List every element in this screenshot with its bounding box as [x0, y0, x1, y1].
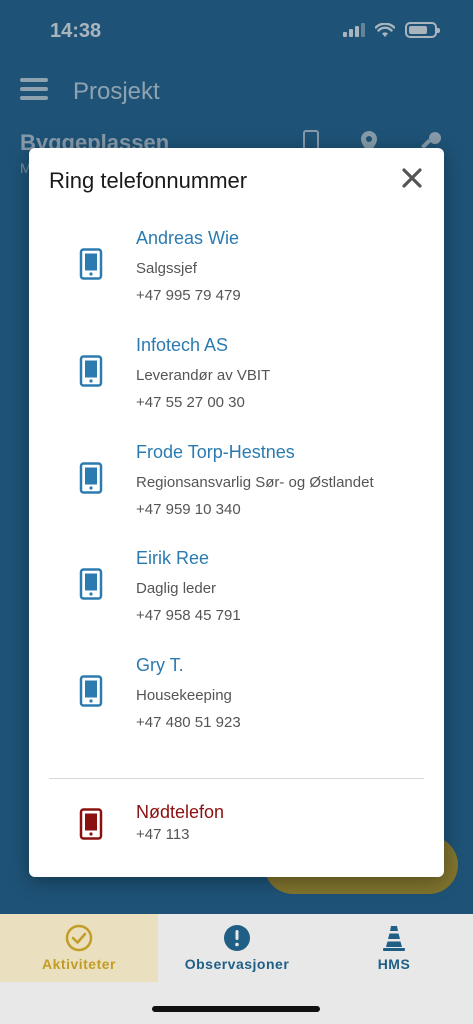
- contact-phone: +47 958 45 791: [136, 607, 241, 624]
- contact-name: Infotech AS: [136, 335, 229, 355]
- exclamation-circle-icon: [224, 925, 250, 951]
- contact-role: Leverandør av VBIT: [136, 367, 271, 384]
- tab-label: Aktiviteter: [42, 956, 116, 972]
- dialog-title: Ring telefonnummer: [49, 168, 248, 193]
- contact-role: Regionsansvarlig Sør- og Østlandet: [136, 474, 374, 491]
- contact-phone: +47 959 10 340: [136, 501, 241, 518]
- contact-item[interactable]: Gry T. Housekeeping +47 480 51 923: [29, 655, 444, 745]
- check-circle-icon: [65, 924, 93, 952]
- mobile-phone-icon: [79, 568, 103, 600]
- divider: [49, 778, 424, 779]
- contact-item[interactable]: Andreas Wie Salgssjef +47 995 79 479: [29, 228, 444, 318]
- contact-phone: +47 55 27 00 30: [136, 394, 245, 411]
- mobile-phone-icon: [79, 462, 103, 494]
- mobile-phone-icon: [79, 808, 103, 840]
- mobile-phone-icon: [79, 248, 103, 280]
- phone-number-dialog: Ring telefonnummer Andreas Wie Salgssjef…: [29, 148, 444, 877]
- tab-aktiviteter[interactable]: Aktiviteter: [0, 914, 158, 982]
- contact-phone: +47 995 79 479: [136, 287, 241, 304]
- contact-phone: +47 480 51 923: [136, 714, 241, 731]
- mobile-phone-icon: [79, 675, 103, 707]
- contact-role: Daglig leder: [136, 580, 217, 597]
- contact-role: Housekeeping: [136, 687, 232, 704]
- emergency-name: Nødtelefon: [136, 802, 225, 822]
- close-icon[interactable]: [400, 166, 424, 190]
- contact-name: Eirik Ree: [136, 548, 210, 568]
- traffic-cone-icon: [383, 926, 405, 951]
- emergency-phone: +47 113: [136, 826, 190, 843]
- contact-name: Andreas Wie: [136, 228, 240, 248]
- contact-item[interactable]: Frode Torp-Hestnes Regionsansvarlig Sør-…: [29, 442, 444, 532]
- emergency-contact-item[interactable]: Nødtelefon +47 113: [29, 802, 444, 852]
- tab-label: Observasjoner: [184, 956, 290, 972]
- contact-name: Gry T.: [136, 655, 184, 675]
- tab-hms[interactable]: HMS: [315, 914, 473, 982]
- contact-role: Salgssjef: [136, 260, 197, 277]
- contact-item[interactable]: Eirik Ree Daglig leder +47 958 45 791: [29, 548, 444, 638]
- contact-name: Frode Torp-Hestnes: [136, 442, 295, 462]
- tab-label: HMS: [377, 956, 411, 972]
- home-indicator: [152, 1006, 320, 1012]
- tab-observasjoner[interactable]: Observasjoner: [158, 914, 316, 982]
- mobile-phone-icon: [79, 355, 103, 387]
- contact-item[interactable]: Infotech AS Leverandør av VBIT +47 55 27…: [29, 335, 444, 425]
